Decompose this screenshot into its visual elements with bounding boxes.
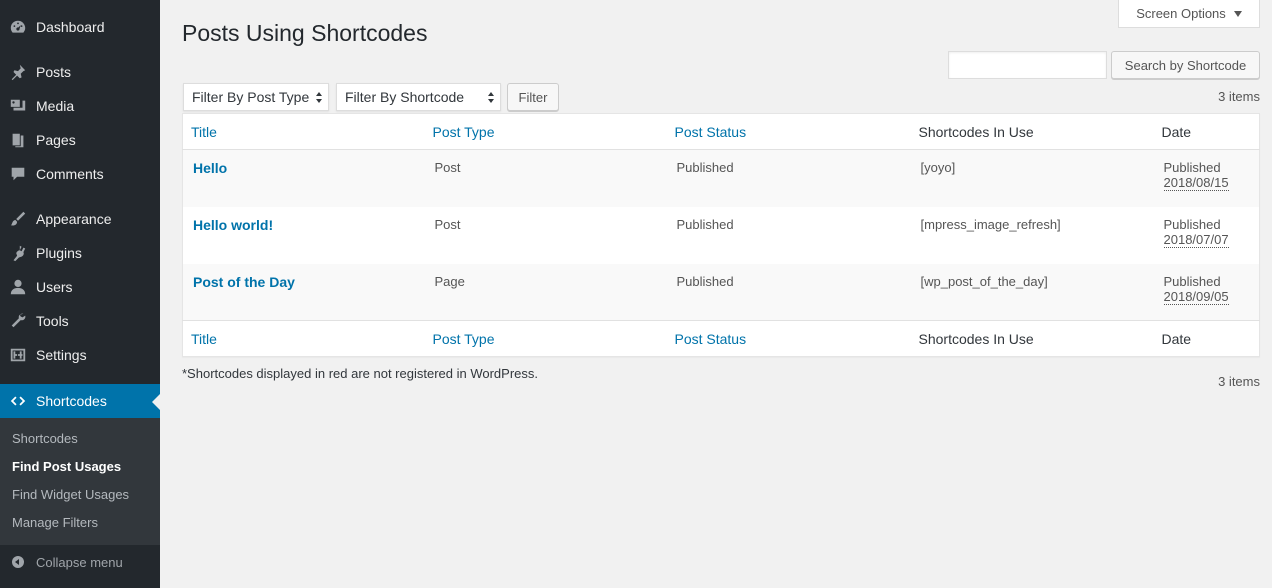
submenu-item-find-widget-usages[interactable]: Find Widget Usages: [12, 487, 129, 502]
sidebar-item-appearance[interactable]: Appearance: [0, 202, 160, 236]
filter-shortcode-select[interactable]: Filter By Shortcode: [336, 83, 501, 111]
admin-sidebar: Dashboard Posts Media Pages Comments App…: [0, 0, 160, 588]
column-footer-shortcodes: Shortcodes In Use: [910, 320, 1154, 357]
post-type-cell: Post: [434, 160, 461, 175]
table-row: Hello world! Post Published [mpress_imag…: [183, 207, 1260, 264]
table-footer-row: Title Post Type Post Status Shortcodes I…: [182, 320, 1260, 357]
post-title-link[interactable]: Hello: [193, 160, 227, 176]
select-arrows-icon: [488, 92, 496, 104]
post-title-cell: Hello: [183, 150, 425, 207]
sidebar-item-media[interactable]: Media: [0, 89, 160, 123]
comment-icon: [0, 165, 36, 183]
column-header-date: Date: [1153, 113, 1260, 150]
column-header-post-status[interactable]: Post Status: [666, 113, 911, 150]
filter-post-type-value: Filter By Post Type: [192, 89, 310, 105]
sidebar-item-label: Shortcodes: [36, 393, 107, 409]
shortcodes-submenu: Shortcodes Find Post Usages Find Widget …: [0, 418, 160, 545]
sidebar-item-comments[interactable]: Comments: [0, 157, 160, 191]
sidebar-item-label: Comments: [36, 166, 104, 182]
sidebar-item-settings[interactable]: Settings: [0, 338, 160, 372]
filter-shortcode-value: Filter By Shortcode: [345, 89, 465, 105]
column-footer-post-type[interactable]: Post Type: [424, 320, 667, 357]
date-status: Published: [1163, 273, 1221, 289]
sidebar-item-posts[interactable]: Posts: [0, 55, 160, 89]
sidebar-item-label: Users: [36, 279, 73, 295]
search-by-shortcode-button[interactable]: Search by Shortcode: [1111, 51, 1260, 79]
screen-options-label: Screen Options: [1136, 6, 1226, 21]
select-arrows-icon: [316, 92, 324, 104]
column-footer-post-status[interactable]: Post Status: [666, 320, 911, 357]
sidebar-item-dashboard[interactable]: Dashboard: [0, 10, 160, 44]
sidebar-item-label: Plugins: [36, 245, 82, 261]
sidebar-item-label: Appearance: [36, 211, 112, 227]
sidebar-item-plugins[interactable]: Plugins: [0, 236, 160, 270]
table-row: Hello Post Published [yoyo] Published 201…: [182, 149, 1260, 207]
sidebar-item-tools[interactable]: Tools: [0, 304, 160, 338]
date-value: 2018/09/05: [1163, 288, 1229, 305]
post-status-cell: Published: [676, 160, 734, 175]
date-cell: Published 2018/09/05: [1154, 264, 1260, 321]
collapse-menu-button[interactable]: Collapse menu: [0, 548, 160, 576]
shortcode-cell: [mpress_image_refresh]: [920, 216, 1061, 232]
sidebar-item-label: Tools: [36, 313, 69, 329]
column-header-title[interactable]: Title: [182, 113, 425, 150]
column-footer-date: Date: [1153, 320, 1260, 357]
sidebar-item-label: Dashboard: [36, 19, 105, 35]
caret-down-icon: [1233, 10, 1242, 17]
unregistered-shortcodes-note: *Shortcodes displayed in red are not reg…: [182, 366, 539, 381]
submenu-item-shortcodes[interactable]: Shortcodes: [12, 431, 78, 446]
date-status: Published: [1163, 216, 1221, 232]
posts-table: Title Post Type Post Status Shortcodes I…: [182, 113, 1260, 357]
collapse-icon: [12, 556, 24, 568]
items-count-top: 3 items: [1218, 89, 1260, 104]
filter-button[interactable]: Filter: [507, 83, 559, 111]
pin-icon: [0, 63, 36, 81]
shortcode-cell: [yoyo]: [920, 160, 956, 175]
wrench-icon: [0, 312, 36, 330]
brush-icon: [0, 210, 36, 228]
table-row: Post of the Day Page Published [wp_post_…: [182, 263, 1260, 321]
sidebar-item-label: Pages: [36, 132, 76, 148]
post-type-cell: Post: [434, 216, 461, 232]
sidebar-item-label: Posts: [36, 64, 72, 80]
user-icon: [0, 278, 36, 296]
column-footer-title[interactable]: Title: [182, 320, 425, 357]
shortcode-cell: [wp_post_of_the_day]: [920, 273, 1048, 289]
pages-icon: [0, 131, 36, 149]
settings-icon: [0, 346, 36, 364]
sidebar-item-shortcodes[interactable]: Shortcodes: [0, 384, 160, 418]
screen-options-button[interactable]: Screen Options: [1118, 0, 1260, 28]
post-type-cell: Page: [434, 273, 465, 289]
media-icon: [0, 97, 36, 115]
dashboard-icon: [0, 18, 36, 36]
post-title-cell: Hello world!: [183, 207, 425, 264]
date-value: 2018/08/15: [1163, 175, 1229, 191]
table-header-row: Title Post Type Post Status Shortcodes I…: [182, 113, 1260, 150]
post-status-cell: Published: [676, 216, 734, 232]
date-cell: Published 2018/07/07: [1154, 207, 1260, 264]
post-status-cell: Published: [676, 273, 734, 289]
post-title-link[interactable]: Post of the Day: [193, 274, 295, 290]
submenu-item-manage-filters[interactable]: Manage Filters: [12, 515, 98, 530]
date-status: Published: [1163, 160, 1221, 175]
plugin-icon: [0, 244, 36, 262]
collapse-menu-label: Collapse menu: [36, 554, 123, 570]
page-title: Posts Using Shortcodes: [182, 20, 428, 46]
sidebar-item-pages[interactable]: Pages: [0, 123, 160, 157]
date-value: 2018/07/07: [1163, 231, 1229, 248]
column-header-shortcodes: Shortcodes In Use: [910, 113, 1154, 150]
column-header-post-type[interactable]: Post Type: [424, 113, 667, 150]
filter-post-type-select[interactable]: Filter By Post Type: [183, 83, 329, 111]
items-count-bottom: 3 items: [1218, 374, 1260, 389]
code-icon: [0, 392, 36, 410]
sidebar-item-label: Settings: [36, 347, 87, 363]
sidebar-item-label: Media: [36, 98, 75, 114]
search-input[interactable]: [948, 51, 1107, 79]
post-title-cell: Post of the Day: [183, 264, 425, 321]
sidebar-item-users[interactable]: Users: [0, 270, 160, 304]
date-cell: Published 2018/08/15: [1154, 150, 1260, 207]
submenu-item-find-post-usages[interactable]: Find Post Usages: [12, 459, 121, 474]
post-title-link[interactable]: Hello world!: [193, 217, 273, 233]
